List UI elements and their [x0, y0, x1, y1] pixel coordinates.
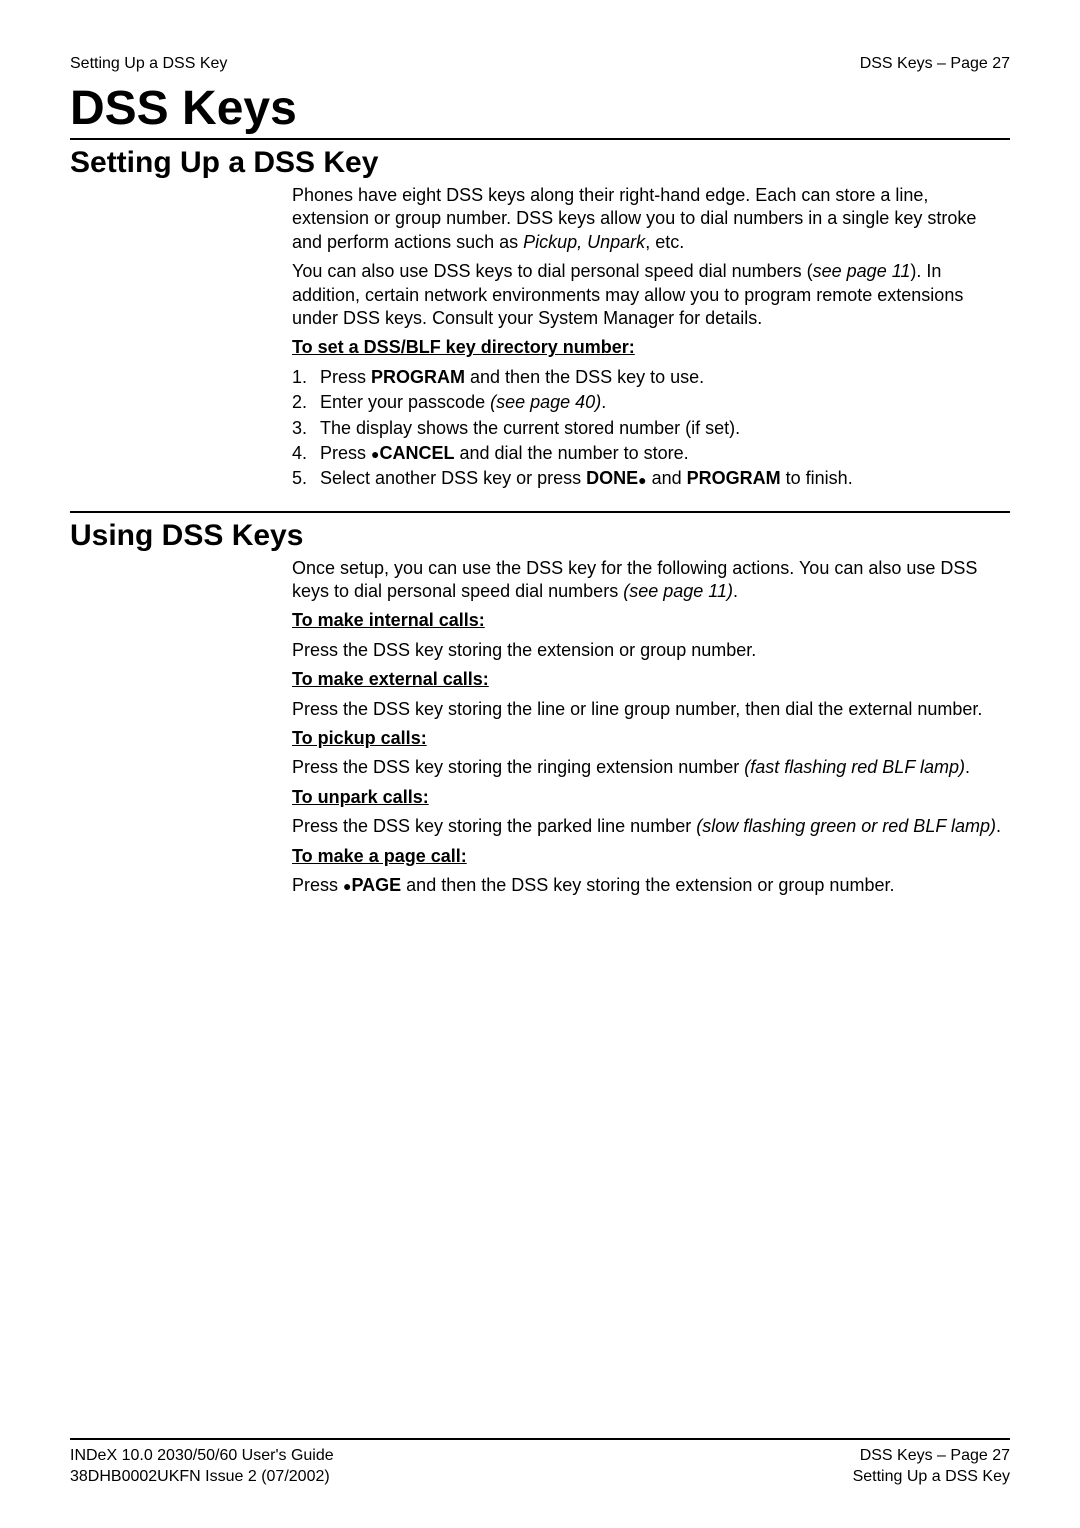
- step-text: Select another DSS key or press DONE● an…: [320, 467, 853, 490]
- main-title: DSS Keys: [70, 81, 1010, 136]
- heading-page: To make a page call:: [292, 845, 1010, 868]
- heading-text: To make internal calls:: [292, 610, 485, 630]
- text: Press: [320, 367, 371, 387]
- para-external: Press the DSS key storing the line or li…: [292, 698, 1010, 721]
- footer-row2: 38DHB0002UKFN Issue 2 (07/2002) Setting …: [70, 1467, 1010, 1488]
- step-3: 3. The display shows the current stored …: [292, 417, 1010, 440]
- heading-internal: To make internal calls:: [292, 609, 1010, 632]
- step-list: 1. Press PROGRAM and then the DSS key to…: [292, 366, 1010, 491]
- para-text: , etc.: [645, 232, 684, 252]
- heading-text: To make external calls:: [292, 669, 489, 689]
- bold-text: PROGRAM: [687, 468, 781, 488]
- title-divider: [70, 138, 1010, 140]
- text: Press: [320, 443, 371, 463]
- bold-text: PAGE: [351, 875, 401, 895]
- section-divider: [70, 511, 1010, 513]
- section1-title: Setting Up a DSS Key: [70, 146, 1010, 180]
- step-number: 2.: [292, 391, 320, 414]
- step-number: 5.: [292, 467, 320, 490]
- heading-pickup: To pickup calls:: [292, 727, 1010, 750]
- bold-text: DONE: [586, 468, 638, 488]
- bold-text: PROGRAM: [371, 367, 465, 387]
- text: Select another DSS key or press: [320, 468, 586, 488]
- bold-text: CANCEL: [379, 443, 454, 463]
- bullet-icon: ●: [638, 473, 646, 487]
- text: .: [965, 757, 970, 777]
- step-text: The display shows the current stored num…: [320, 417, 740, 440]
- para-pickup: Press the DSS key storing the ringing ex…: [292, 756, 1010, 779]
- heading-external: To make external calls:: [292, 668, 1010, 691]
- italic-text: (slow flashing green or red BLF lamp): [696, 816, 996, 836]
- text: to finish.: [781, 468, 853, 488]
- step-1: 1. Press PROGRAM and then the DSS key to…: [292, 366, 1010, 389]
- text: and dial the number to store.: [454, 443, 688, 463]
- section1-para2: You can also use DSS keys to dial person…: [292, 260, 1010, 330]
- step-5: 5. Select another DSS key or press DONE●…: [292, 467, 1010, 490]
- text: .: [996, 816, 1001, 836]
- heading-text: To make a page call:: [292, 846, 467, 866]
- heading-text: To set a DSS/BLF key directory number:: [292, 337, 635, 357]
- step-text: Press PROGRAM and then the DSS key to us…: [320, 366, 704, 389]
- step-number: 4.: [292, 442, 320, 465]
- para-text: You can also use DSS keys to dial person…: [292, 261, 813, 281]
- section1-heading: To set a DSS/BLF key directory number:: [292, 336, 1010, 359]
- italic-text: (see page 40): [490, 392, 601, 412]
- footer-left2: 38DHB0002UKFN Issue 2 (07/2002): [70, 1467, 330, 1488]
- step-number: 3.: [292, 417, 320, 440]
- footer-row1: INDeX 10.0 2030/50/60 User's Guide DSS K…: [70, 1446, 1010, 1467]
- header-right: DSS Keys – Page 27: [860, 55, 1010, 73]
- text: Press the DSS key storing the parked lin…: [292, 816, 696, 836]
- text: Press: [292, 875, 343, 895]
- para-unpark: Press the DSS key storing the parked lin…: [292, 815, 1010, 838]
- step-4: 4. Press ●CANCEL and dial the number to …: [292, 442, 1010, 465]
- page-header: Setting Up a DSS Key DSS Keys – Page 27: [70, 55, 1010, 73]
- italic-text: (see page 11): [623, 581, 733, 601]
- text: .: [601, 392, 606, 412]
- step-number: 1.: [292, 366, 320, 389]
- para-page: Press ●PAGE and then the DSS key storing…: [292, 874, 1010, 897]
- footer-divider: [70, 1438, 1010, 1440]
- italic-text: (fast flashing red BLF lamp): [744, 757, 965, 777]
- text: and: [647, 468, 687, 488]
- header-left: Setting Up a DSS Key: [70, 55, 227, 73]
- text: Enter your passcode: [320, 392, 490, 412]
- text: and then the DSS key to use.: [465, 367, 704, 387]
- step-2: 2. Enter your passcode (see page 40).: [292, 391, 1010, 414]
- heading-text: To pickup calls:: [292, 728, 427, 748]
- para-internal: Press the DSS key storing the extension …: [292, 639, 1010, 662]
- page-footer: INDeX 10.0 2030/50/60 User's Guide DSS K…: [70, 1438, 1010, 1488]
- footer-left1: INDeX 10.0 2030/50/60 User's Guide: [70, 1446, 334, 1467]
- section2-para1: Once setup, you can use the DSS key for …: [292, 557, 1010, 604]
- footer-right2: Setting Up a DSS Key: [853, 1467, 1010, 1488]
- section2-content: Once setup, you can use the DSS key for …: [292, 557, 1010, 898]
- step-text: Press ●CANCEL and dial the number to sto…: [320, 442, 689, 465]
- section1-para1: Phones have eight DSS keys along their r…: [292, 184, 1010, 254]
- para-italic: see page 11: [813, 261, 911, 281]
- step-text: Enter your passcode (see page 40).: [320, 391, 606, 414]
- section1-content: Phones have eight DSS keys along their r…: [292, 184, 1010, 491]
- heading-unpark: To unpark calls:: [292, 786, 1010, 809]
- heading-text: To unpark calls:: [292, 787, 429, 807]
- para-italic: Pickup, Unpark: [523, 232, 645, 252]
- text: and then the DSS key storing the extensi…: [401, 875, 894, 895]
- footer-right1: DSS Keys – Page 27: [860, 1446, 1010, 1467]
- section2-title: Using DSS Keys: [70, 519, 1010, 553]
- text: Press the DSS key storing the ringing ex…: [292, 757, 744, 777]
- text: .: [733, 581, 738, 601]
